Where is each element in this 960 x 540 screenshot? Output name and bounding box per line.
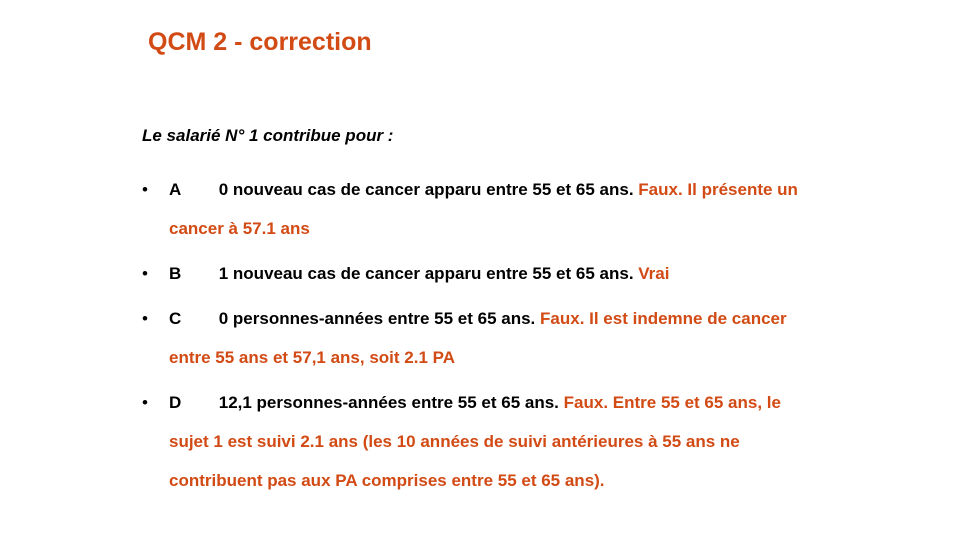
- answer-option-d: • D 12,1 personnes-années entre 55 et 65…: [142, 383, 822, 500]
- question-intro: Le salarié N° 1 contribue pour :: [142, 126, 394, 145]
- option-letter: C: [169, 309, 182, 328]
- option-statement: 12,1 personnes-années entre 55 et 65 ans…: [218, 393, 559, 412]
- option-statement: 0 nouveau cas de cancer apparu entre 55 …: [218, 180, 634, 199]
- option-verdict: Vrai: [638, 264, 670, 283]
- answer-options-list: • A 0 nouveau cas de cancer apparu entre…: [142, 170, 822, 506]
- bullet-icon: •: [142, 264, 148, 283]
- bullet-icon: •: [142, 309, 148, 328]
- option-statement: 1 nouveau cas de cancer apparu entre 55 …: [218, 264, 634, 283]
- option-letter: B: [169, 264, 182, 283]
- slide-title: QCM 2 - correction: [148, 28, 372, 56]
- answer-option-a: • A 0 nouveau cas de cancer apparu entre…: [142, 170, 822, 248]
- bullet-icon: •: [142, 393, 148, 412]
- option-letter: D: [169, 393, 182, 412]
- option-statement: 0 personnes-années entre 55 et 65 ans.: [218, 309, 536, 328]
- answer-option-b: • B 1 nouveau cas de cancer apparu entre…: [142, 254, 822, 293]
- answer-option-c: • C 0 personnes-années entre 55 et 65 an…: [142, 299, 822, 377]
- bullet-icon: •: [142, 180, 148, 199]
- option-letter: A: [169, 180, 182, 199]
